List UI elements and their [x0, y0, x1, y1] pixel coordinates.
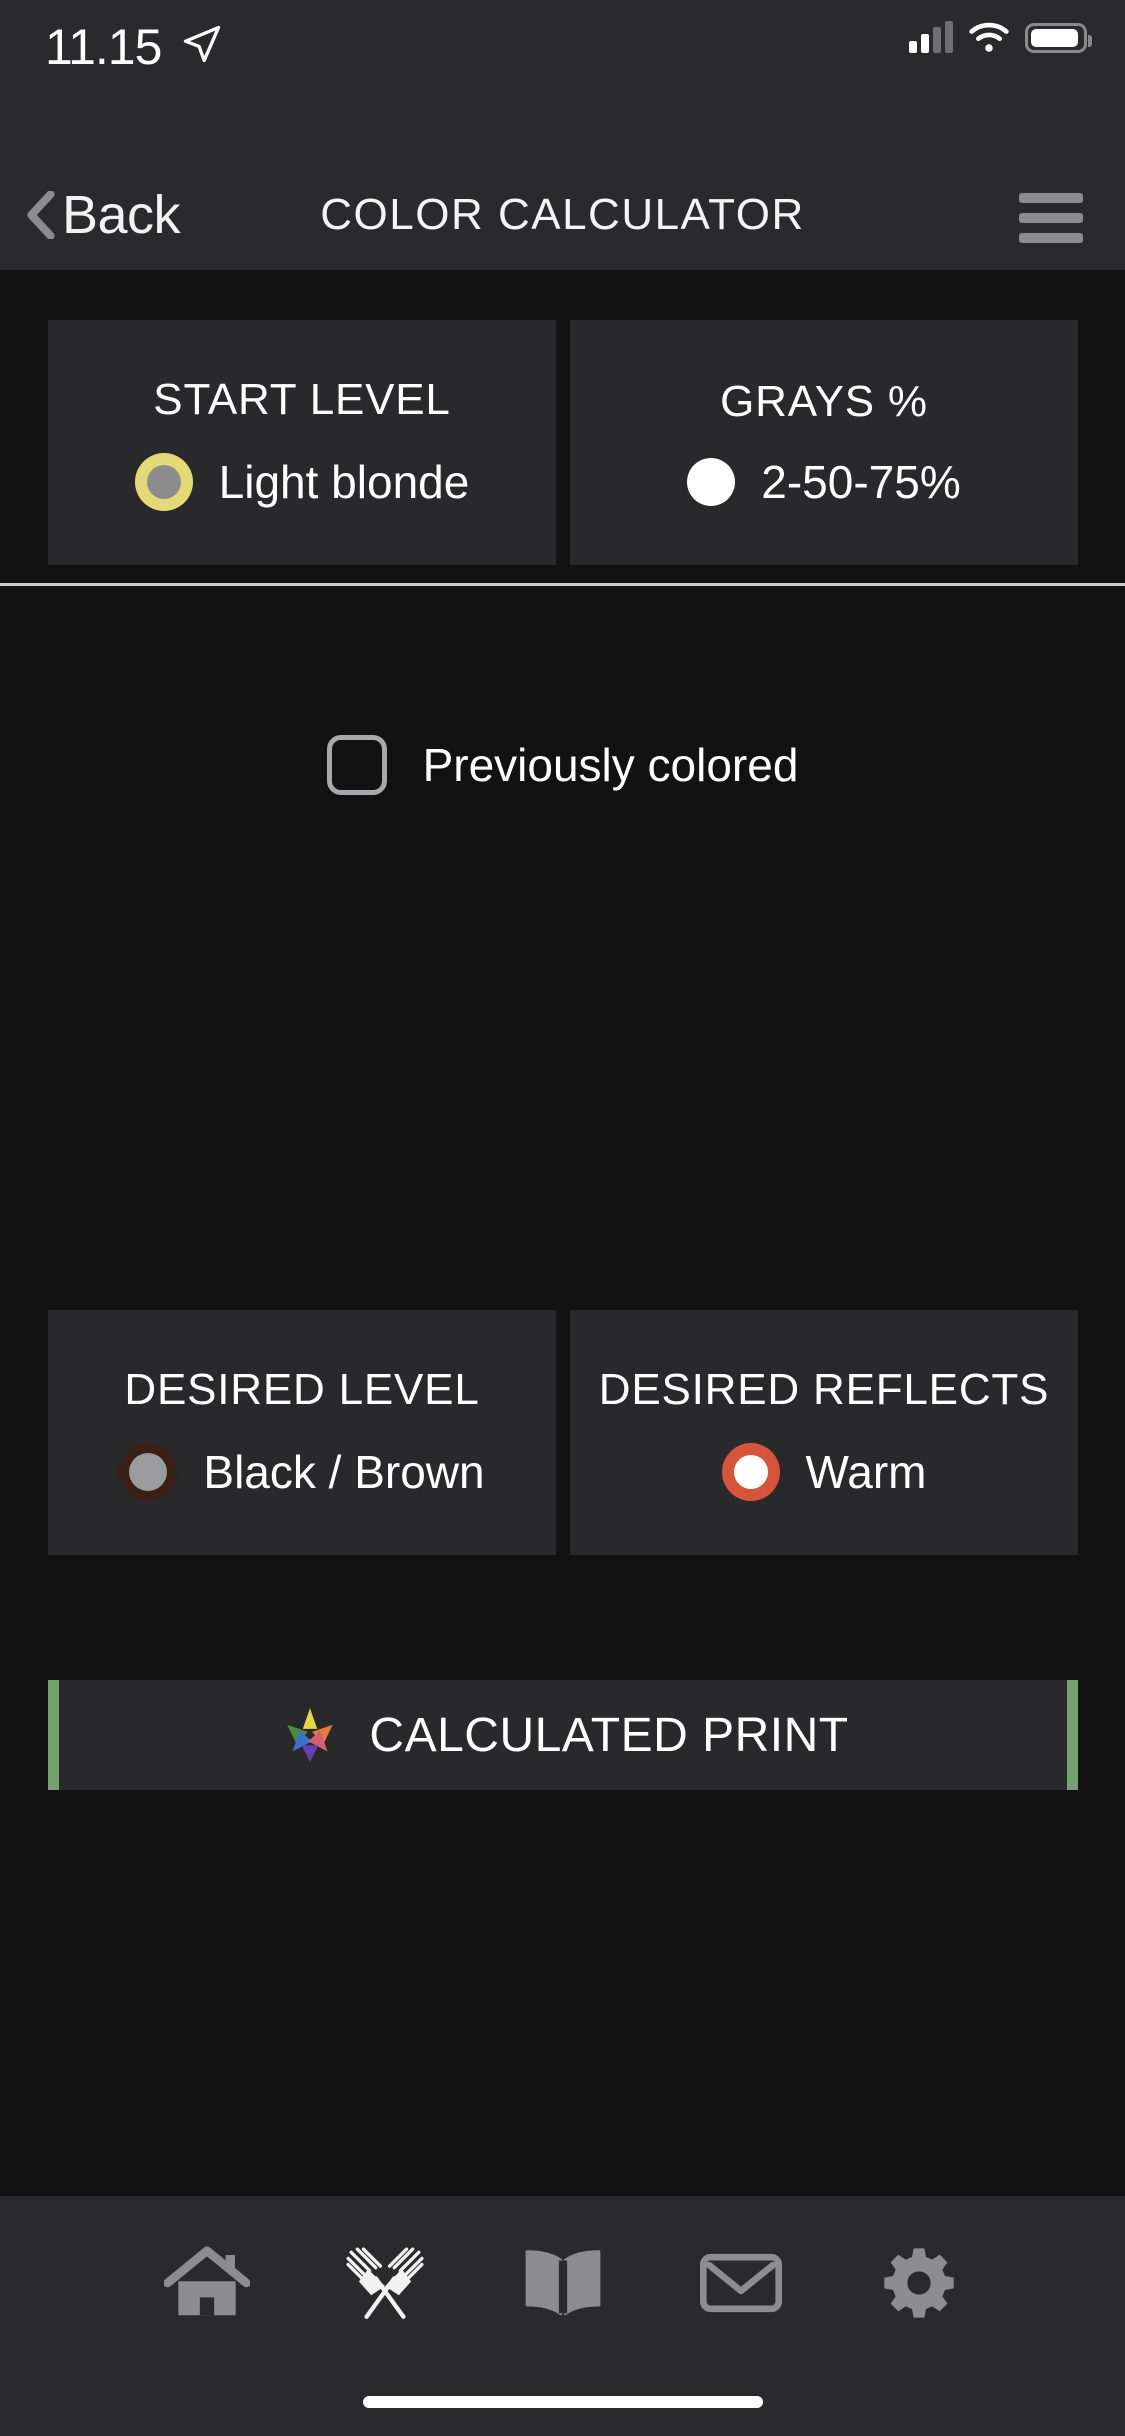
- start-level-swatch-icon: [134, 452, 193, 511]
- start-level-card[interactable]: START LEVEL Light blonde: [48, 320, 556, 565]
- start-level-title: START LEVEL: [153, 374, 451, 424]
- tab-settings[interactable]: [853, 2228, 985, 2338]
- tab-mail[interactable]: [675, 2228, 807, 2338]
- button-left-accent-bar: [48, 1680, 59, 1790]
- home-indicator: [362, 2396, 763, 2408]
- wifi-icon: [969, 22, 1009, 52]
- tab-bar-items: [0, 2196, 1125, 2338]
- desired-reflects-value: Warm: [805, 1445, 927, 1498]
- crossed-color-brushes-icon: [345, 2247, 424, 2319]
- desired-reflects-card[interactable]: DESIRED REFLECTS Warm: [570, 1310, 1078, 1555]
- grays-percent-title: GRAYS %: [720, 376, 928, 426]
- bottom-tab-bar: [0, 2196, 1125, 2436]
- cellular-signal-icon: [909, 21, 953, 53]
- desired-level-title: DESIRED LEVEL: [124, 1364, 480, 1414]
- gear-icon: [883, 2248, 954, 2318]
- start-level-value-row: Light blonde: [134, 452, 470, 511]
- previously-colored-label: Previously colored: [422, 739, 799, 791]
- tab-book[interactable]: [497, 2228, 629, 2338]
- status-bar-time: 11.15: [45, 19, 162, 75]
- navigation-bar: Back COLOR CALCULATOR: [0, 160, 1125, 270]
- desired-level-value: Black / Brown: [203, 1445, 485, 1498]
- desired-card-row: DESIRED LEVEL Black / Brown DESIRED REFL…: [48, 1310, 1078, 1555]
- status-bar: 11.15: [0, 0, 1125, 160]
- battery-icon: [1025, 23, 1092, 53]
- page-title: COLOR CALCULATOR: [320, 190, 805, 239]
- grays-percent-swatch-icon: [687, 457, 736, 506]
- desired-reflects-value-row: Warm: [721, 1442, 927, 1501]
- desired-reflects-swatch-icon: [721, 1442, 780, 1501]
- main-content: START LEVEL Light blonde GRAYS % 2-50-75…: [0, 270, 1125, 2436]
- tab-home[interactable]: [141, 2228, 273, 2338]
- start-level-card-row: START LEVEL Light blonde GRAYS % 2-50-75…: [48, 320, 1078, 565]
- desired-level-swatch-icon: [119, 1442, 178, 1501]
- calculated-print-label: CALCULATED PRINT: [369, 1708, 849, 1762]
- calculated-print-button[interactable]: CALCULATED PRINT: [48, 1680, 1078, 1790]
- previously-colored-checkbox[interactable]: [326, 735, 387, 795]
- desired-level-card[interactable]: DESIRED LEVEL Black / Brown: [48, 1310, 556, 1555]
- desired-reflects-title: DESIRED REFLECTS: [598, 1364, 1050, 1414]
- open-book-icon: [525, 2250, 600, 2316]
- previously-colored-row[interactable]: Previously colored: [0, 735, 1125, 795]
- section-divider: [0, 583, 1125, 586]
- grays-percent-value: 2-50-75%: [761, 455, 961, 508]
- hamburger-menu-icon[interactable]: [1019, 193, 1083, 243]
- status-bar-indicators: [909, 21, 1092, 54]
- button-right-accent-bar: [1067, 1680, 1078, 1790]
- home-icon: [163, 2246, 250, 2316]
- desired-level-value-row: Black / Brown: [119, 1442, 485, 1501]
- app-screen: 11.15 Back COLOR CALCULATOR START LEVEL …: [0, 0, 1125, 2436]
- location-arrow-icon: [183, 25, 221, 63]
- color-star-icon: [287, 1708, 334, 1762]
- grays-percent-card[interactable]: GRAYS % 2-50-75%: [570, 320, 1078, 565]
- grays-percent-value-row: 2-50-75%: [687, 455, 961, 509]
- start-level-value: Light blonde: [218, 455, 470, 508]
- mail-envelope-icon: [699, 2253, 782, 2313]
- tab-color-brushes[interactable]: [319, 2228, 451, 2338]
